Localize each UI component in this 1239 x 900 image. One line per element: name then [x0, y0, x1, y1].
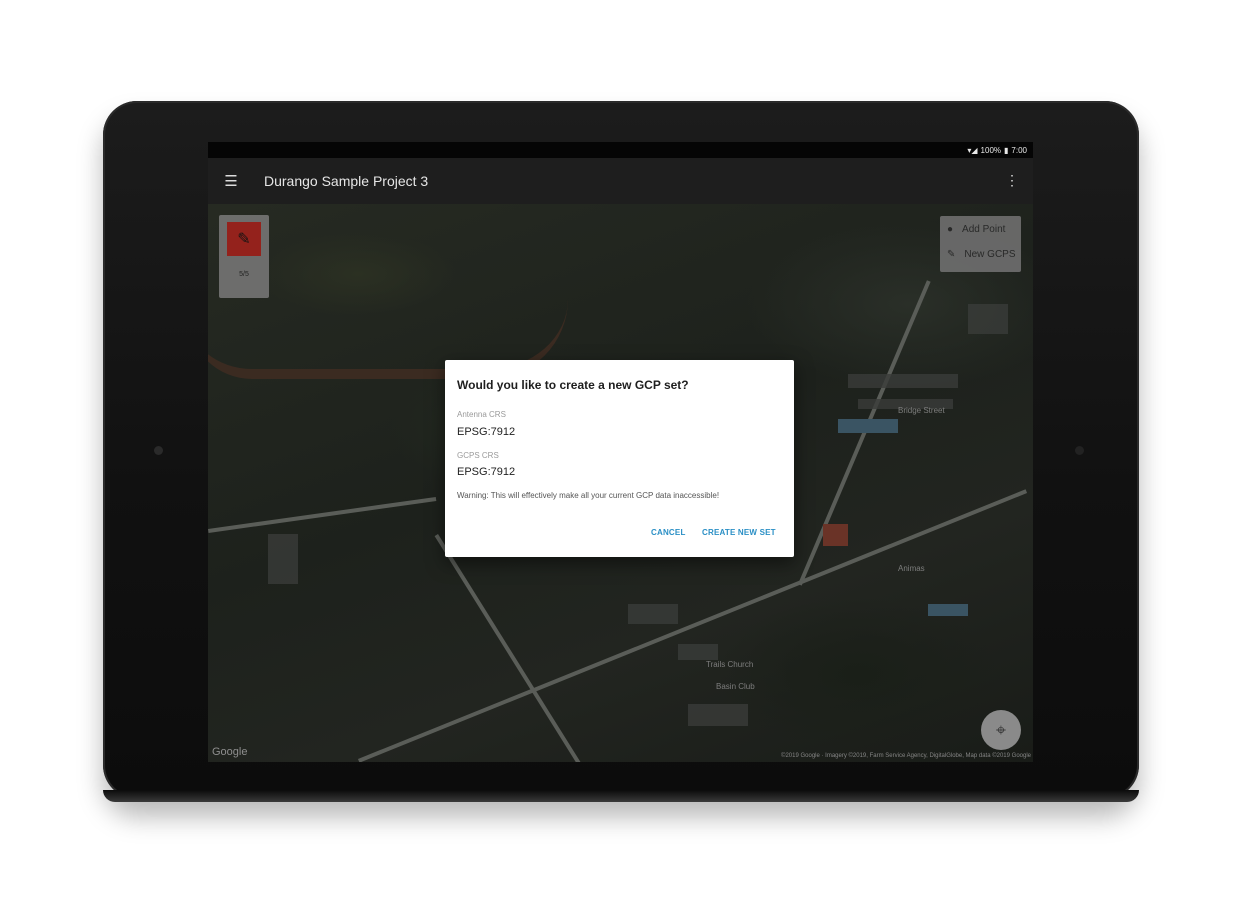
building: [928, 604, 968, 616]
layer-thumbnail-panel[interactable]: ✎ 5/5: [219, 215, 269, 298]
building: [628, 604, 678, 624]
road: [208, 496, 437, 533]
tablet-sensor: [1075, 446, 1084, 455]
gcps-crs-value: EPSG:7912: [457, 466, 516, 478]
create-new-set-button[interactable]: CREATE NEW SET: [702, 528, 776, 537]
cancel-button[interactable]: CANCEL: [651, 528, 686, 537]
pencil-icon: ✎: [947, 249, 956, 260]
map-actions-panel: ● Add Point ✎ New GCPS: [940, 216, 1021, 272]
building: [268, 534, 298, 584]
map-label: Animas: [898, 564, 925, 573]
map-label: Bridge Street: [898, 406, 945, 415]
edit-icon[interactable]: ✎: [227, 222, 261, 256]
my-location-button[interactable]: ⌖: [981, 710, 1021, 750]
antenna-crs-label: Antenna CRS: [457, 410, 506, 419]
warning-text: Warning: This will effectively make all …: [457, 491, 720, 500]
map-label: Basin Club: [716, 682, 755, 691]
gcps-crs-label: GCPS CRS: [457, 451, 499, 460]
app-bar: ☰ Durango Sample Project 3 ⋮: [208, 158, 1033, 204]
map-label: Trails Church: [706, 660, 754, 669]
layer-count: 5/5: [239, 271, 249, 278]
antenna-crs-value: EPSG:7912: [457, 426, 516, 438]
location-pin-icon: ●: [947, 224, 954, 235]
status-bar: ▾◢ 100% ▮ 7:00: [208, 142, 1033, 158]
building: [688, 704, 748, 726]
road: [434, 534, 640, 762]
building: [848, 374, 958, 388]
signal-icon: ▾◢: [967, 145, 978, 155]
google-logo: Google: [212, 746, 248, 758]
building: [823, 524, 848, 546]
building: [678, 644, 718, 660]
new-gcps-label: New GCPS: [964, 249, 1016, 260]
new-gcp-set-dialog: Would you like to create a new GCP set? …: [445, 360, 794, 557]
dialog-title: Would you like to create a new GCP set?: [457, 378, 689, 392]
clock: 7:00: [1011, 145, 1027, 155]
hamburger-menu-icon[interactable]: ☰: [208, 158, 254, 204]
add-point-label: Add Point: [962, 224, 1006, 235]
app-title: Durango Sample Project 3: [264, 173, 429, 189]
battery-icon: ▮: [1004, 145, 1009, 155]
battery-level: 100%: [980, 145, 1002, 155]
crosshair-icon: ⌖: [995, 719, 1007, 740]
new-gcps-button[interactable]: ✎ New GCPS: [947, 249, 1016, 260]
tablet-bottom-edge: [103, 790, 1139, 802]
building: [968, 304, 1008, 334]
more-vert-icon[interactable]: ⋮: [1005, 172, 1019, 189]
add-point-button[interactable]: ● Add Point: [947, 224, 1005, 235]
tablet-camera: [154, 446, 163, 455]
map-attribution: ©2019 Google · Imagery ©2019, Farm Servi…: [781, 753, 1031, 759]
building: [838, 419, 898, 433]
